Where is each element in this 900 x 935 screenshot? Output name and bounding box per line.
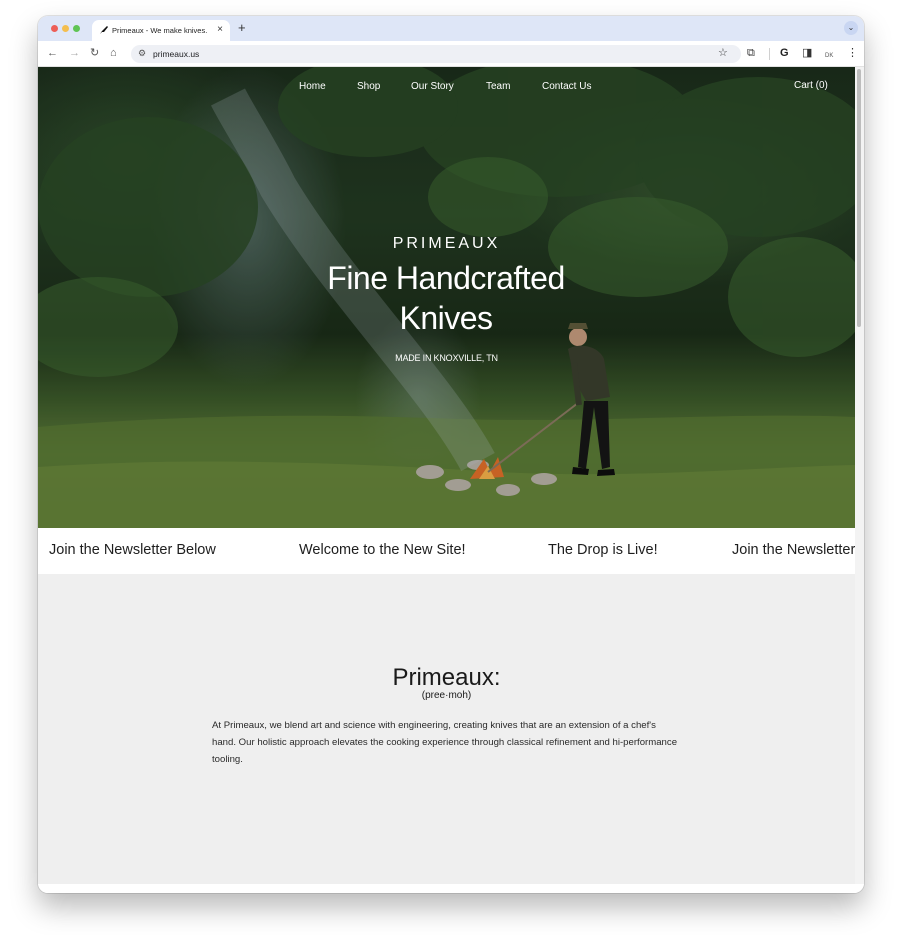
tab-close-icon[interactable]: ×	[217, 24, 223, 35]
scrollbar-thumb[interactable]	[857, 69, 861, 327]
google-extension-icon[interactable]: G	[780, 47, 789, 59]
extensions-puzzle-icon[interactable]: ⧉	[747, 47, 755, 59]
chevron-down-icon[interactable]: ⌄	[844, 21, 858, 35]
page-bottom-strip	[38, 884, 864, 893]
side-panel-icon[interactable]: ◨	[802, 47, 812, 59]
address-bar-url[interactable]: primeaux.us	[153, 49, 199, 59]
about-pronunciation: (pree·moh)	[421, 690, 472, 701]
marquee-item: Join the Newsletter Below	[732, 542, 855, 558]
menu-kebab-icon[interactable]: ⋮	[847, 47, 858, 59]
cart-link[interactable]: Cart (0)	[794, 80, 828, 91]
bookmark-star-icon[interactable]: ☆	[718, 47, 728, 59]
minimize-window-button[interactable]	[62, 25, 69, 32]
new-tab-button[interactable]: +	[238, 21, 246, 35]
nav-our-story-link[interactable]: Our Story	[411, 81, 454, 92]
toolbar-divider	[769, 48, 770, 60]
back-arrow-icon[interactable]: ←	[47, 47, 58, 59]
forward-arrow-icon[interactable]: →	[69, 47, 80, 59]
site-navigation: Home Shop Our Story Team Contact Us	[38, 81, 855, 97]
marquee-item: Join the Newsletter Below	[49, 542, 216, 558]
browser-window: Primeaux - We make knives. × + ⌄ ← → ↻ ⌂…	[38, 16, 864, 893]
nav-shop-link[interactable]: Shop	[357, 81, 380, 92]
marquee-item: The Drop is Live!	[548, 542, 658, 558]
close-window-button[interactable]	[51, 25, 58, 32]
page-viewport: Home Shop Our Story Team Contact Us Cart…	[38, 67, 864, 893]
nav-home-link[interactable]: Home	[299, 81, 326, 92]
address-bar[interactable]: ⚙ primeaux.us	[131, 45, 741, 63]
profile-avatar[interactable]: DK	[825, 50, 833, 62]
hero-tagline: MADE IN KNOXVILLE, TN	[395, 353, 498, 363]
hero-section: Home Shop Our Story Team Contact Us Cart…	[38, 67, 855, 528]
tab-strip: Primeaux - We make knives. × + ⌄	[38, 16, 864, 41]
reload-icon[interactable]: ↻	[90, 47, 99, 59]
home-icon[interactable]: ⌂	[110, 47, 117, 59]
about-title: Primeaux:	[392, 664, 501, 691]
about-description: At Primeaux, we blend art and science wi…	[212, 720, 678, 765]
browser-tab[interactable]: Primeaux - We make knives. ×	[92, 20, 230, 41]
site-info-icon[interactable]: ⚙	[138, 48, 146, 59]
page-scrollbar[interactable]	[855, 67, 864, 884]
marquee-item: Welcome to the New Site!	[299, 542, 466, 558]
nav-contact-us-link[interactable]: Contact Us	[542, 81, 591, 92]
nav-team-link[interactable]: Team	[486, 81, 510, 92]
knife-logo-icon	[99, 25, 109, 37]
browser-toolbar: ← → ↻ ⌂ ⚙ primeaux.us ☆ ⧉ G ◨ DK ⋮	[38, 41, 864, 67]
about-section: Primeaux: (pree·moh) At Primeaux, we ble…	[38, 574, 855, 884]
hero-brand: PRIMEAUX	[392, 235, 501, 252]
hero-headline: Fine Handcrafted Knives	[327, 260, 565, 336]
announcement-marquee: Join the Newsletter Below Welcome to the…	[38, 528, 855, 574]
tab-title: Primeaux - We make knives.	[112, 26, 208, 35]
maximize-window-button[interactable]	[73, 25, 80, 32]
